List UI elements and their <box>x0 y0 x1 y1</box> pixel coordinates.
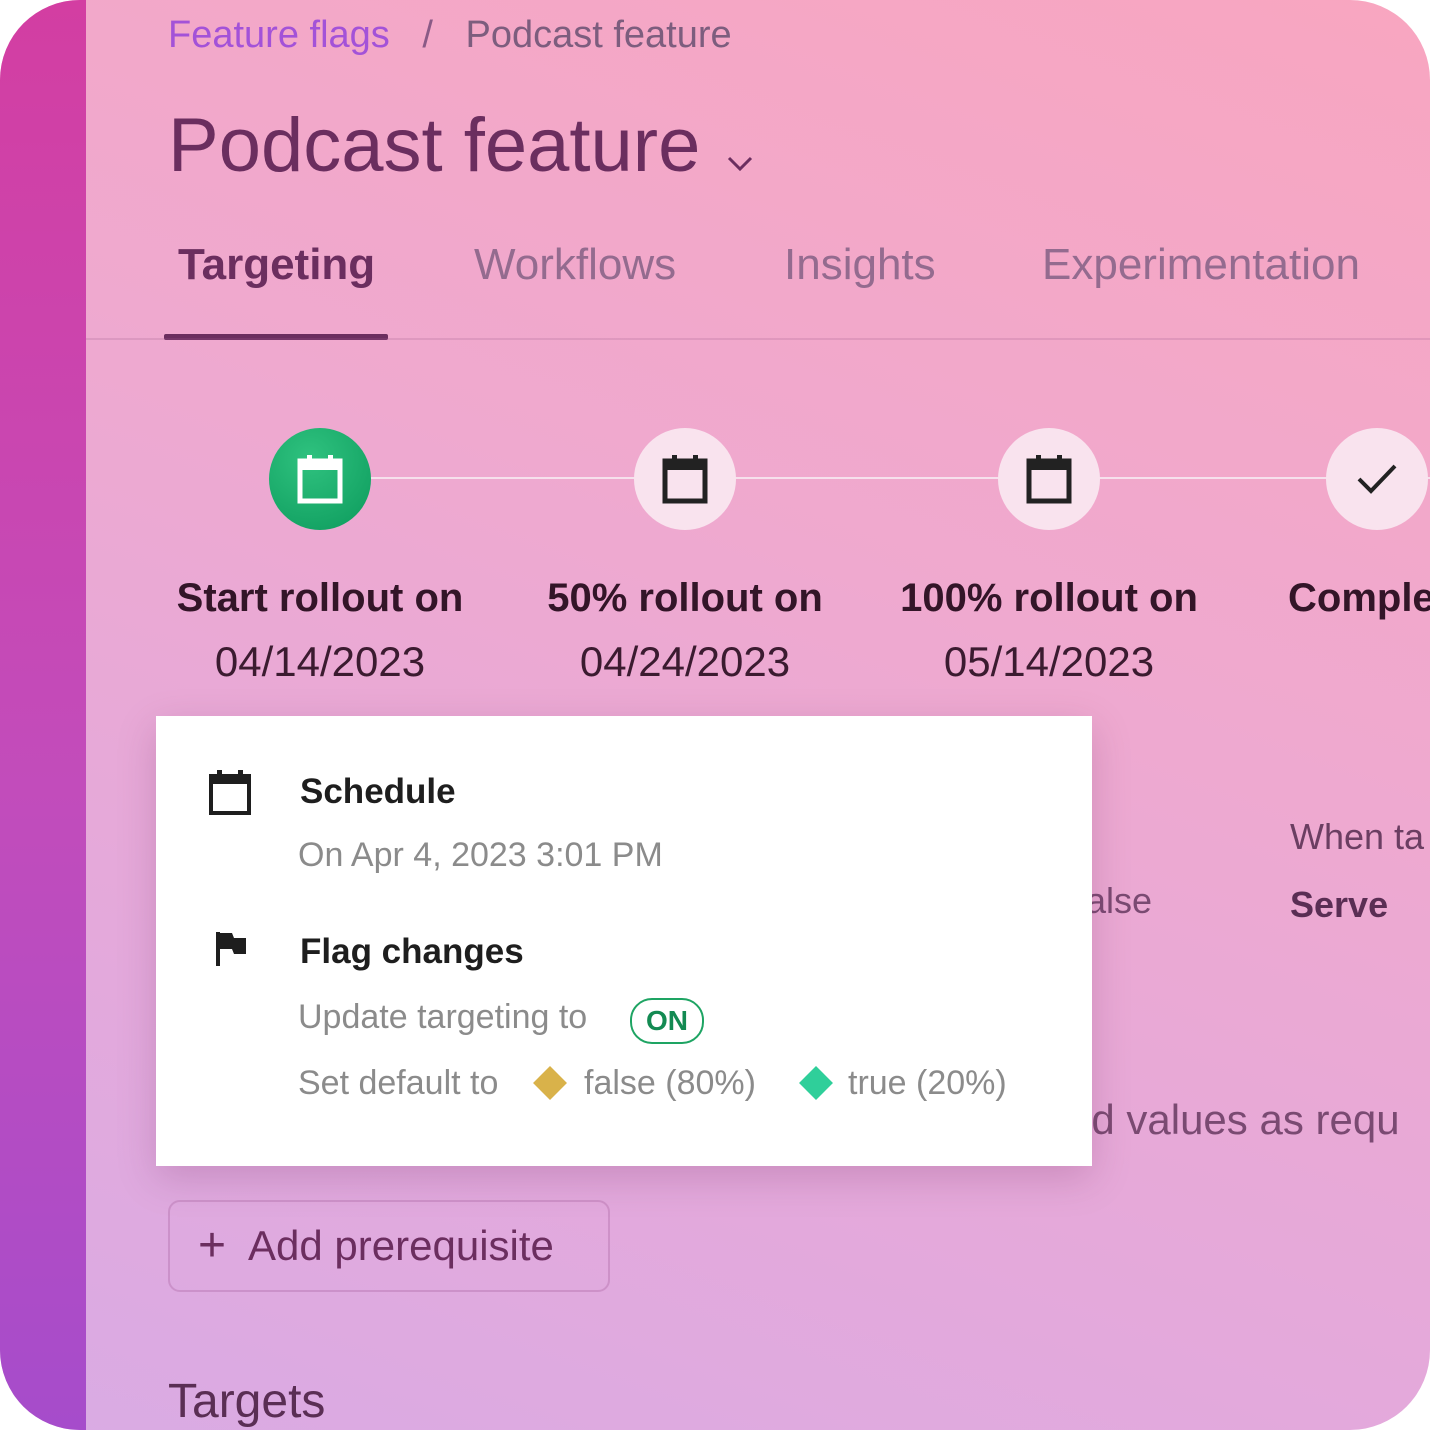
add-prerequisite-button[interactable]: + Add prerequisite <box>168 1200 610 1292</box>
timeline-step-label: 50% rollout on <box>547 576 823 620</box>
schedule-popover: Schedule On Apr 4, 2023 3:01 PM Flag cha… <box>156 716 1092 1166</box>
serve-label: Serve <box>1290 884 1389 925</box>
timeline-step-100[interactable] <box>998 428 1100 530</box>
values-description-text: ed values as requ <box>1068 1096 1400 1143</box>
add-prerequisite-label: Add prerequisite <box>248 1222 554 1269</box>
plus-icon: + <box>198 1219 227 1272</box>
calendar-icon <box>297 455 343 504</box>
schedule-datetime: On Apr 4, 2023 3:01 PM <box>298 836 663 874</box>
timeline-connector <box>320 477 1430 479</box>
tab-experimentation[interactable]: Experimentation <box>1042 240 1360 290</box>
variation-true-label: true (20%) <box>848 1064 1007 1102</box>
breadcrumb-feature-flags-link[interactable]: Feature flags <box>168 14 390 56</box>
timeline-step-date: 04/24/2023 <box>579 638 791 685</box>
breadcrumb-current: Podcast feature <box>465 14 732 56</box>
timeline-step-date: 04/14/2023 <box>214 638 426 685</box>
page-title-row: Podcast feature <box>168 100 754 191</box>
app-frame: Feature flags / Podcast feature Podcast … <box>0 0 1430 1430</box>
timeline-step-label: Comple <box>1288 576 1430 620</box>
tab-insights[interactable]: Insights <box>784 240 936 290</box>
update-targeting-text: Update targeting to <box>298 998 588 1036</box>
variation-true-icon <box>799 1066 833 1100</box>
timeline-step-label: Start rollout on <box>176 576 464 620</box>
when-targeting-text: When ta <box>1290 816 1425 857</box>
page-title: Podcast feature <box>168 103 701 188</box>
variation-false-label: false (80%) <box>584 1064 756 1102</box>
targets-heading: Targets <box>168 1375 326 1428</box>
tab-targeting[interactable]: Targeting <box>178 240 375 290</box>
chevron-down-icon[interactable] <box>726 104 754 191</box>
breadcrumb: Feature flags / Podcast feature <box>168 14 732 57</box>
sidebar <box>0 0 86 1430</box>
timeline-step-date: 05/14/2023 <box>943 638 1155 685</box>
check-icon <box>1357 464 1397 494</box>
variation-false-icon <box>533 1066 567 1100</box>
schedule-title: Schedule <box>300 772 456 811</box>
tab-bar: Targeting Workflows Insights Experimenta… <box>0 240 1430 340</box>
timeline-step-complete[interactable] <box>1326 428 1428 530</box>
tabs-divider <box>86 338 1430 340</box>
timeline-step-start[interactable] <box>269 428 371 530</box>
timeline-step-50[interactable] <box>634 428 736 530</box>
breadcrumb-separator: / <box>422 14 433 56</box>
tab-workflows[interactable]: Workflows <box>474 240 676 290</box>
calendar-icon <box>209 770 251 815</box>
flag-icon <box>216 932 246 966</box>
timeline-step-label: 100% rollout on <box>900 576 1198 620</box>
calendar-icon <box>662 455 708 504</box>
set-default-text: Set default to <box>298 1064 499 1102</box>
calendar-icon <box>1026 455 1072 504</box>
status-badge: ON <box>630 998 704 1044</box>
flag-changes-title: Flag changes <box>300 932 524 971</box>
